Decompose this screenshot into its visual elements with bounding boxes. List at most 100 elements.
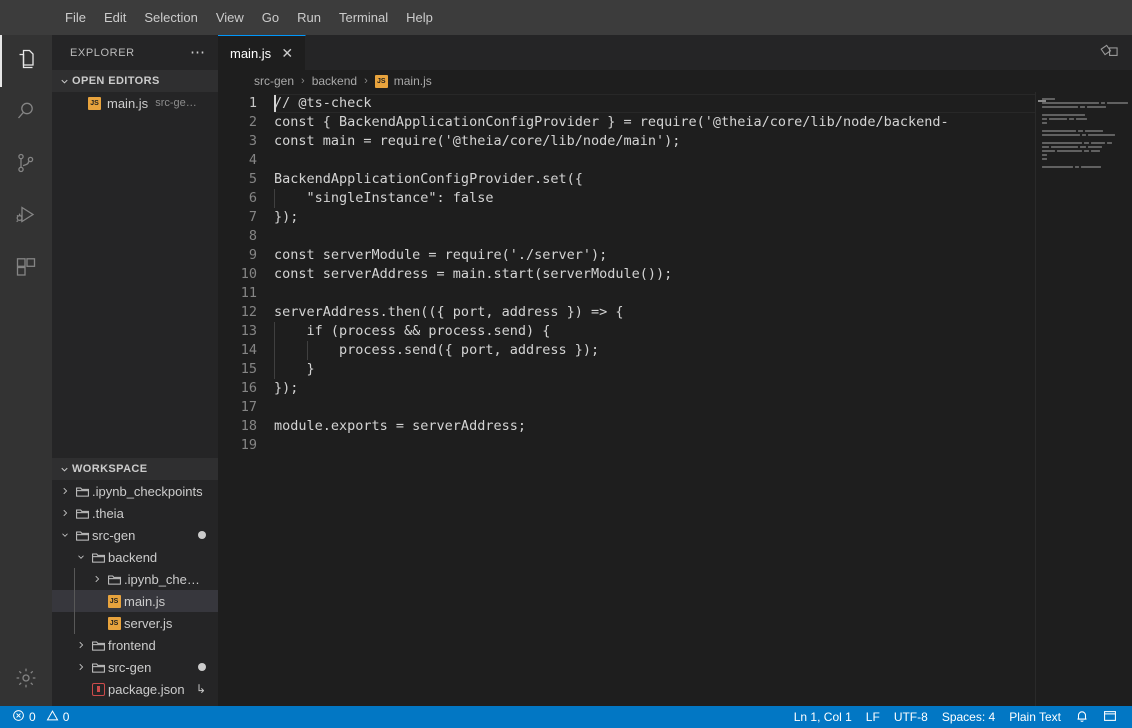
chevron-down-icon[interactable] [58,530,72,540]
code-line: }); [274,379,1132,398]
tree-item-.ipynb_checkp[interactable]: .ipynb_checkp… [52,568,218,590]
status-toggle-panel[interactable] [1096,706,1124,728]
section-workspace-header[interactable]: WORKSPACE [52,458,218,480]
status-bar-right: Ln 1, Col 1 LF UTF-8 Spaces: 4 Plain Tex… [787,706,1132,728]
activity-item-run-and-debug[interactable] [0,191,52,243]
code-line: const main = require('@theia/core/lib/no… [274,132,1132,151]
chevron-right-icon[interactable] [74,640,88,650]
code-line: const { BackendApplicationConfigProvider… [274,113,1132,132]
tree-item-.theia[interactable]: .theia [52,502,218,524]
line-number: 2 [248,114,257,130]
code-line: const serverAddress = main.start(serverM… [274,265,1132,284]
line-number: 17 [240,399,257,415]
activity-item-source-control[interactable] [0,139,52,191]
activity-item-explorer[interactable] [0,35,52,87]
menu-item-terminal[interactable]: Terminal [330,7,397,28]
status-language-mode[interactable]: Plain Text [1002,706,1068,728]
minimap-token [1042,150,1055,152]
breadcrumb-item-backend[interactable]: backend [312,74,357,88]
tree-item-backend[interactable]: backend [52,546,218,568]
minimap-line [1042,154,1128,157]
line-number: 13 [240,323,257,339]
chevron-right-icon[interactable] [90,574,104,584]
status-end-of-line[interactable]: LF [859,706,887,728]
folder-icon [72,506,92,521]
breadcrumb-item-src-gen[interactable]: src-gen [254,74,294,88]
tree-item-frontend[interactable]: frontend [52,634,218,656]
tree-item-server.js[interactable]: JS server.js [52,612,218,634]
tree-item-badge: ↳ [195,682,206,696]
breadcrumb-label: main.js [393,74,432,88]
minimap-token [1084,130,1103,132]
activity-item-manage-settings[interactable] [0,654,52,706]
tree-item-src-gen[interactable]: src-gen [52,524,218,546]
close-icon[interactable]: ✕ [279,46,295,60]
tree-item-label: main.js [124,593,166,609]
tree-item-.ipynb_checkpoints[interactable]: .ipynb_checkpoints [52,480,218,502]
sidebar-filler [52,114,218,458]
tree-item-package.json[interactable]: package.json ↳ [52,678,218,700]
tree-item-main.js[interactable]: JS main.js [52,590,218,612]
status-notifications[interactable] [1068,706,1096,728]
code-content[interactable]: // @ts-check const { BackendApplicationCo… [274,92,1132,706]
menu-item-file[interactable]: File [56,7,95,28]
code-line-text: // @ts-check [274,95,372,111]
editor-tab-bar: main.js ✕ [218,35,1132,70]
minimap-token [1080,106,1085,108]
menu-item-go[interactable]: Go [253,7,288,28]
status-encoding[interactable]: UTF-8 [887,706,935,728]
file-icon-wrapper: JS [104,616,124,630]
status-cursor-position[interactable]: Ln 1, Col 1 [787,706,859,728]
section-open-editors-header[interactable]: OPEN EDITORS [52,70,218,92]
menu-item-help[interactable]: Help [397,7,442,28]
status-indentation[interactable]: Spaces: 4 [935,706,1002,728]
code-line-text: const serverModule = require('./server')… [274,247,608,263]
tree-item-label: frontend [108,637,156,653]
menu-item-selection[interactable]: Selection [135,7,206,28]
code-line-text: } [274,361,315,377]
minimap-token [1078,130,1083,132]
minimap-token [1042,142,1082,144]
minimap-line [1042,126,1128,129]
editor-area: main.js ✕ src-gen › backend › JS main.js 1234… [218,35,1132,706]
section-workspace-label: WORKSPACE [72,463,148,475]
explorer-sidebar: EXPLORER ⋯ OPEN EDITORS JS main.js src-ge…… [52,35,218,706]
tree-indent-guide [74,568,75,590]
open-editor-item[interactable]: JS main.js src-ge… [52,92,218,114]
js-file-icon: JS [107,616,121,630]
minimap[interactable] [1036,92,1132,706]
activity-item-search[interactable] [0,87,52,139]
chevron-right-icon[interactable] [74,662,88,672]
breadcrumb-item-main.js[interactable]: JS main.js [374,74,432,88]
minimap-token [1086,106,1107,108]
tree-item-src-gen[interactable]: src-gen [52,656,218,678]
status-problems[interactable]: 0 0 [10,706,76,728]
menu-item-view[interactable]: View [207,7,253,28]
js-file-icon: JS [107,594,121,608]
chevron-right-icon[interactable] [58,486,72,496]
menu-item-edit[interactable]: Edit [95,7,135,28]
line-number: 11 [240,285,257,301]
tab-main-js[interactable]: main.js ✕ [218,35,307,70]
minimap-token [1081,166,1101,168]
chevron-down-icon[interactable] [74,552,88,562]
activity-item-extensions[interactable] [0,243,52,295]
chevron-right-icon[interactable] [58,508,72,518]
code-editor[interactable]: 1 2 3 4 5 6 7 8 9 10 11 12 13 14 15 16 17 18 19 // @ts-che… [218,92,1132,706]
line-number: 6 [248,190,257,206]
split-editor-icon[interactable] [1100,40,1120,65]
tree-indent-guide [74,612,75,634]
minimap-token [1101,102,1105,104]
line-number: 15 [240,361,257,377]
minimap-line [1042,122,1128,125]
minimap-line [1042,162,1128,165]
sidebar-more-actions-icon[interactable]: ⋯ [190,45,210,60]
line-number: 3 [248,133,257,149]
layout-panel-icon [1103,709,1117,726]
line-number: 8 [248,228,257,244]
menu-item-run[interactable]: Run [288,7,330,28]
minimap-token [1042,122,1047,124]
minimap-token [1042,158,1047,160]
